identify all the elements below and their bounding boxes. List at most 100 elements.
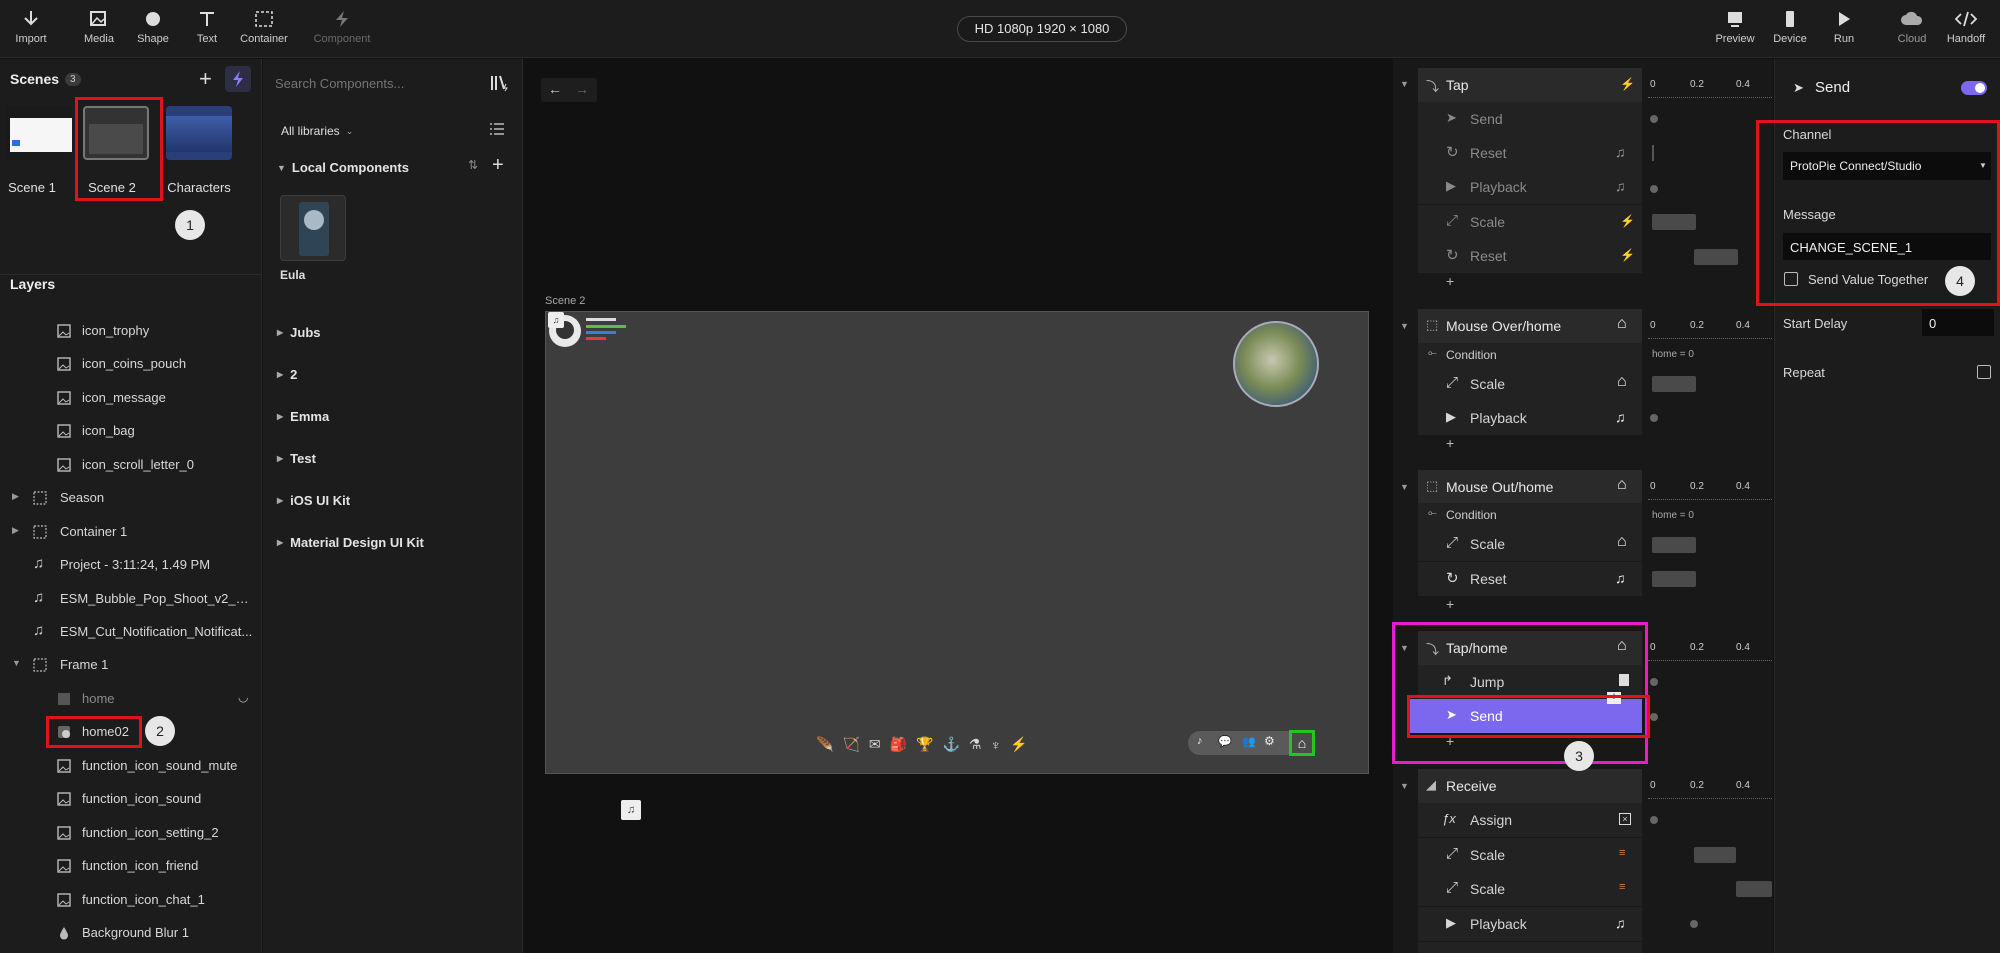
- timeline-bar[interactable]: [1736, 881, 1772, 897]
- component-button[interactable]: Component: [312, 10, 372, 45]
- media-button[interactable]: Media: [69, 10, 129, 45]
- expand-arrow-icon[interactable]: ▶: [12, 491, 19, 502]
- response-playback[interactable]: ▶ Playback ♫: [1418, 401, 1642, 435]
- lightning-icon[interactable]: ⚡: [1010, 736, 1027, 753]
- minimap[interactable]: [1233, 321, 1319, 407]
- layer-background-blur-1[interactable]: Background Blur 1: [0, 916, 262, 949]
- scene-2-frame[interactable]: ♫ 🪶 🏹 ✉ 🎒 🏆 ⚓ ⚗ ♆ ⚡ ♪ 💬 👥 ⚙ ⌂: [545, 311, 1369, 774]
- ship-icon[interactable]: ⚓: [942, 736, 959, 753]
- container-button[interactable]: Container: [234, 10, 294, 45]
- library-jubs[interactable]: ▶ Jubs: [277, 325, 321, 340]
- trigger-mouse-over-home[interactable]: ⬚ Mouse Over/home ⌂: [1418, 309, 1642, 343]
- add-response-button[interactable]: +: [1446, 596, 1454, 612]
- expand-arrow-icon[interactable]: ▶: [12, 525, 19, 536]
- response-reset[interactable]: ↻ Reset ♫: [1418, 136, 1642, 170]
- add-scene-button[interactable]: +: [199, 68, 212, 90]
- characters-label[interactable]: Characters: [159, 180, 239, 195]
- layer-project-audio[interactable]: ♫ Project - 3:11:24, 1.49 PM: [0, 548, 262, 581]
- layer-icon-trophy[interactable]: icon_trophy: [0, 314, 262, 347]
- timeline-bar[interactable]: [1652, 537, 1696, 553]
- response-playback[interactable]: ▶ Playback ♫: [1418, 170, 1642, 204]
- cloud-button[interactable]: Cloud: [1882, 10, 1942, 45]
- start-delay-input[interactable]: 0: [1922, 309, 1994, 336]
- condition-row[interactable]: ⟜ Condition: [1418, 503, 1642, 527]
- bow-icon[interactable]: 🏹: [842, 736, 859, 753]
- potion-icon[interactable]: ⚗: [969, 736, 982, 753]
- handoff-button[interactable]: Handoff: [1936, 10, 1996, 45]
- redo-arrow-icon[interactable]: →: [575, 81, 589, 97]
- layer-icon-scroll-letter[interactable]: icon_scroll_letter_0: [0, 448, 262, 481]
- eula-component-thumbnail[interactable]: [280, 195, 346, 261]
- bag-icon[interactable]: 🎒: [890, 736, 907, 753]
- add-component-button[interactable]: +: [492, 154, 504, 177]
- library-material-design-ui-kit[interactable]: ▶ Material Design UI Kit: [277, 535, 424, 550]
- response-toggle[interactable]: [1961, 81, 1987, 95]
- repeat-checkbox[interactable]: [1977, 365, 1991, 379]
- response-assign[interactable]: ƒx Assign ×: [1418, 803, 1642, 837]
- list-view-icon[interactable]: [489, 122, 505, 136]
- layer-season[interactable]: ▶ Season: [0, 481, 262, 514]
- response-scale[interactable]: ⤢ Scale ≡: [1418, 838, 1642, 872]
- scene-transition-button[interactable]: [225, 66, 251, 92]
- library-panel-icon[interactable]: [489, 74, 509, 92]
- layer-icon-message[interactable]: icon_message: [0, 381, 262, 414]
- response-scale[interactable]: ⤢ Scale ⚡: [1418, 205, 1642, 239]
- layer-home[interactable]: home ◡: [0, 682, 262, 715]
- collapse-arrow-icon[interactable]: ▼: [1400, 482, 1409, 492]
- setting-icon[interactable]: ⚙: [1264, 734, 1275, 748]
- trigger-receive[interactable]: ◢ Receive: [1418, 769, 1642, 803]
- friend-icon[interactable]: 👥: [1242, 735, 1256, 748]
- add-response-button[interactable]: +: [1446, 435, 1454, 451]
- scene-1-label[interactable]: Scene 1: [0, 180, 72, 195]
- sort-icon[interactable]: ⇅: [468, 158, 478, 172]
- layer-icon-coins-pouch[interactable]: icon_coins_pouch: [0, 347, 262, 380]
- preview-button[interactable]: Preview: [1705, 10, 1765, 45]
- device-button[interactable]: Device: [1760, 10, 1820, 45]
- layer-cut-notification-audio[interactable]: ♫ ESM_Cut_Notification_Notificat...: [0, 615, 262, 648]
- undo-arrow-icon[interactable]: ←: [548, 81, 562, 97]
- characters-thumbnail[interactable]: [166, 106, 232, 160]
- trophy-icon[interactable]: 🏆: [916, 736, 933, 753]
- response-scale[interactable]: ⤢ Scale ⌂: [1418, 367, 1642, 401]
- response-partial[interactable]: [1418, 942, 1642, 953]
- response-scale-2[interactable]: ⤢ Scale ≡: [1418, 872, 1642, 906]
- library-select[interactable]: All libraries ⌄: [281, 124, 353, 138]
- run-button[interactable]: Run: [1814, 10, 1874, 45]
- scene-1-thumbnail[interactable]: [6, 106, 72, 160]
- library-emma[interactable]: ▶ Emma: [277, 409, 329, 424]
- timeline-bar[interactable]: [1694, 249, 1738, 265]
- audio-layer-marker-icon[interactable]: ♫: [621, 800, 641, 820]
- shape-button[interactable]: Shape: [123, 10, 183, 45]
- response-reset[interactable]: ↻ Reset ♫: [1418, 562, 1642, 596]
- library-ios-ui-kit[interactable]: ▶ iOS UI Kit: [277, 493, 350, 508]
- device-selector[interactable]: HD 1080p 1920 × 1080: [957, 16, 1127, 42]
- timeline-bar[interactable]: [1652, 214, 1696, 230]
- collapse-arrow-icon[interactable]: ▼: [1400, 79, 1409, 89]
- import-button[interactable]: Import: [1, 10, 61, 45]
- home-icon[interactable]: ⌂: [1289, 730, 1315, 756]
- library-test[interactable]: ▶ Test: [277, 451, 316, 466]
- layer-function-icon-chat-1[interactable]: function_icon_chat_1: [0, 883, 262, 916]
- layer-function-icon-setting-2[interactable]: function_icon_setting_2: [0, 816, 262, 849]
- trigger-tap[interactable]: ⤵ Tap ⚡: [1418, 68, 1642, 102]
- message-icon[interactable]: ✉: [869, 736, 881, 753]
- response-reset-2[interactable]: ↻ Reset ⚡: [1418, 239, 1642, 273]
- search-components-input[interactable]: [275, 72, 475, 94]
- text-button[interactable]: Text: [177, 10, 237, 45]
- sound-mute-icon[interactable]: ♪: [1197, 735, 1203, 747]
- response-send[interactable]: ➤ Send: [1418, 102, 1642, 136]
- add-response-button[interactable]: +: [1446, 273, 1454, 289]
- layer-function-icon-sound[interactable]: function_icon_sound: [0, 782, 262, 815]
- timeline-bar[interactable]: [1652, 376, 1696, 392]
- timeline-bar[interactable]: [1652, 571, 1696, 587]
- scroll-icon[interactable]: 🪶: [816, 736, 833, 753]
- layer-function-icon-sound-mute[interactable]: function_icon_sound_mute: [0, 749, 262, 782]
- layer-container-1[interactable]: ▶ Container 1: [0, 515, 262, 548]
- collapse-arrow-icon[interactable]: ▼: [12, 658, 21, 668]
- hidden-eye-icon[interactable]: ◡: [238, 690, 248, 704]
- chat-icon[interactable]: 💬: [1218, 735, 1232, 748]
- trigger-mouse-out-home[interactable]: ⬚ Mouse Out/home ⌂: [1418, 470, 1642, 504]
- layer-bubble-pop-audio[interactable]: ♫ ESM_Bubble_Pop_Shoot_v2_Ga...: [0, 582, 262, 615]
- condition-row[interactable]: ⟜ Condition: [1418, 343, 1642, 367]
- response-scale[interactable]: ⤢ Scale ⌂: [1418, 527, 1642, 561]
